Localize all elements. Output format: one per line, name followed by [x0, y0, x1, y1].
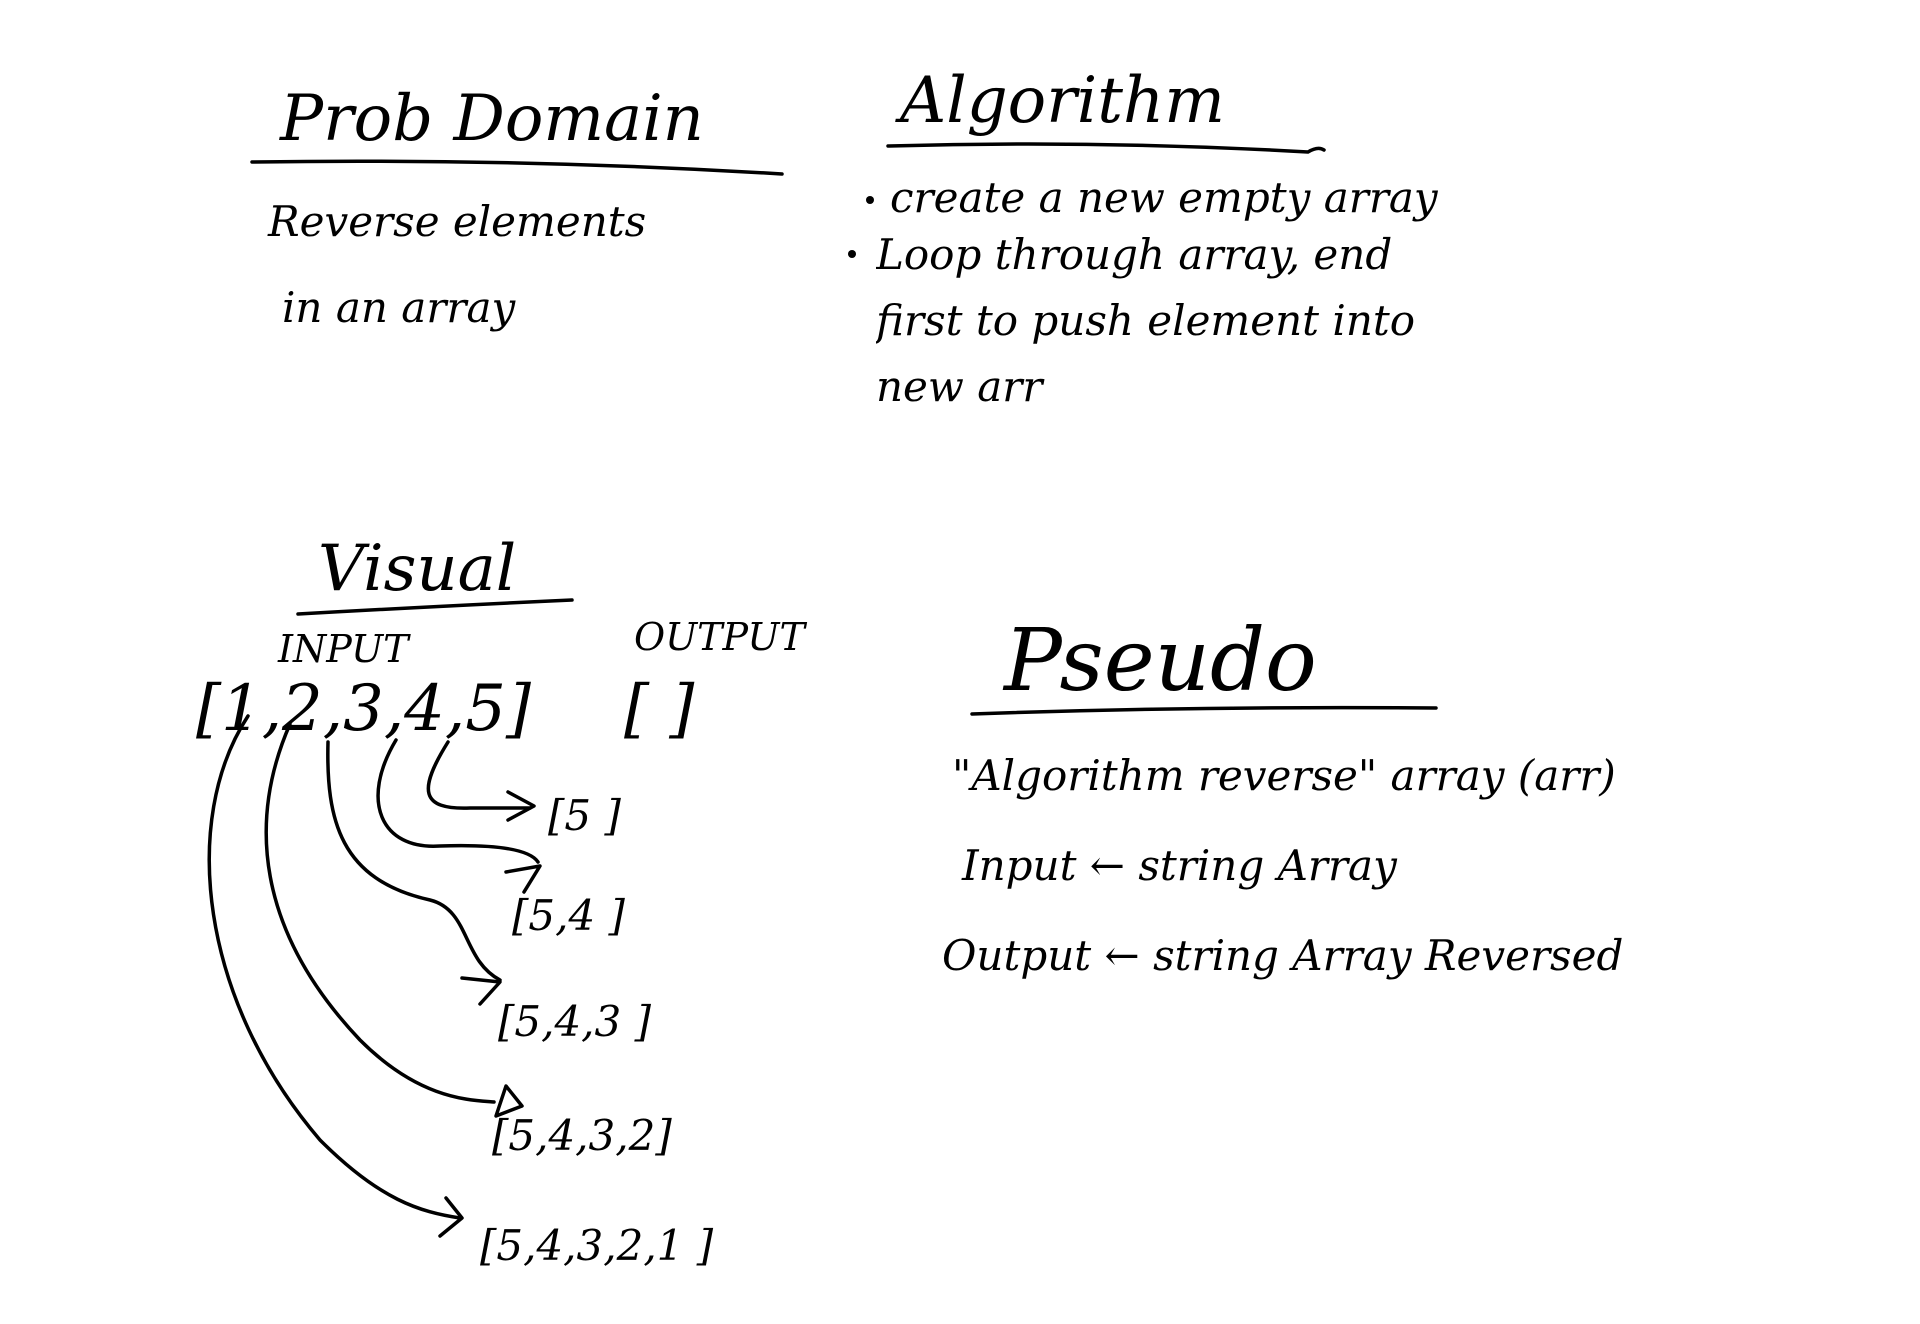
visual-heading: Visual	[318, 532, 516, 606]
problem-domain-heading: Prob Domain	[279, 82, 704, 156]
visual-step-2: [5,4 ]	[512, 891, 626, 940]
pseudo-heading: Pseudo	[1002, 611, 1317, 711]
problem-domain-line-1: Reverse elements	[267, 197, 646, 246]
problem-domain-underline	[250, 159, 784, 176]
pseudo-section: Pseudo "Algorithm reverse" array (arr) I…	[942, 611, 1623, 980]
arrow-3-to-step-3	[326, 740, 502, 982]
arrow-4-to-step-2	[376, 738, 540, 864]
algorithm-heading: Algorithm	[895, 64, 1225, 138]
problem-domain-section: Prob Domain Reverse elements in an array	[250, 82, 784, 332]
arrowhead-step-1	[506, 790, 536, 822]
visual-section: Visual INPUT OUTPUT [1,2,3,4,5] [ ] [5 ]…	[196, 532, 807, 1270]
visual-step-4: [5,4,3,2]	[492, 1111, 672, 1160]
visual-step-1: [5 ]	[548, 791, 621, 840]
visual-step-5: [5,4,3,2,1 ]	[480, 1221, 714, 1270]
algorithm-bullet-2-dot	[848, 250, 856, 258]
arrow-5-to-step-1	[426, 740, 532, 810]
visual-input-label: INPUT	[277, 627, 411, 671]
visual-step-3: [5,4,3 ]	[498, 997, 652, 1046]
arrow-1-to-step-5	[207, 714, 462, 1220]
visual-output-empty: [ ]	[624, 672, 695, 746]
arrowhead-step-3	[460, 976, 502, 1006]
algorithm-bullet-1-dot	[866, 196, 874, 204]
algorithm-bullet-1: create a new empty array	[890, 173, 1439, 222]
whiteboard-canvas: Prob Domain Reverse elements in an array…	[196, 64, 1623, 1270]
algorithm-section: Algorithm create a new empty array Loop …	[848, 64, 1439, 411]
pseudo-line-2: Input ← string Array	[961, 841, 1398, 890]
arrowhead-step-2	[504, 864, 542, 894]
visual-output-label: OUTPUT	[634, 615, 807, 659]
algorithm-bullet-2: Loop through array, end first to push el…	[876, 230, 1416, 411]
problem-domain-line-2: in an array	[282, 283, 517, 332]
pseudo-line-1: "Algorithm reverse" array (arr)	[952, 751, 1616, 800]
algorithm-bullet-2-box: Loop through array, end first to push el…	[876, 230, 1416, 411]
visual-input-array: [1,2,3,4,5]	[196, 672, 532, 746]
pseudo-line-3: Output ← string Array Reversed	[942, 931, 1623, 980]
algorithm-underline	[886, 142, 1326, 154]
